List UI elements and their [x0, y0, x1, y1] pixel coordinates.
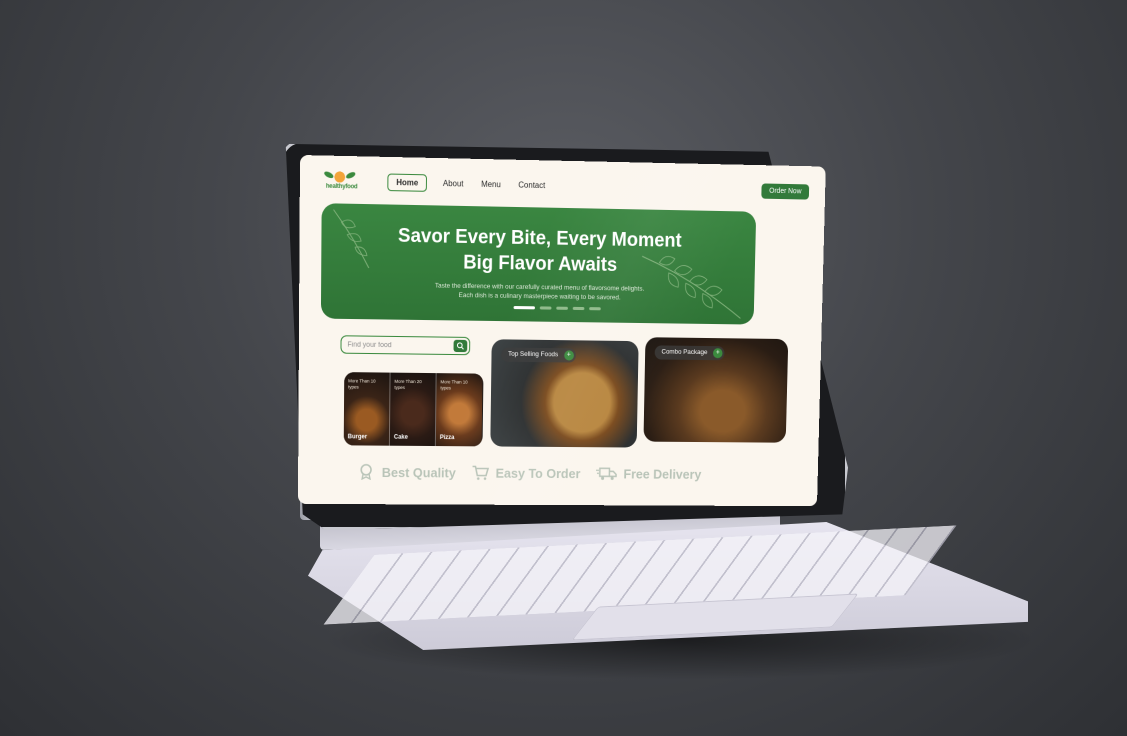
category-name: Cake	[394, 435, 408, 441]
category-note: More Than 20 types	[394, 379, 431, 391]
combo-package-text: Combo Package	[661, 348, 707, 356]
search-box	[340, 335, 470, 355]
category-note: More Than 10 types	[440, 379, 477, 391]
order-now-button[interactable]: Order Now	[761, 183, 809, 199]
top-selling-card[interactable]: Top Selling Foods +	[490, 339, 638, 447]
badge-icon	[357, 464, 375, 480]
tablet-screen: healthyfood Home About Menu Contact Orde…	[298, 155, 826, 506]
carousel-dot[interactable]	[573, 307, 585, 310]
cart-icon	[471, 464, 489, 480]
top-selling-text: Top Selling Foods	[508, 351, 558, 359]
carousel-dot[interactable]	[514, 306, 535, 309]
carousel-dots	[514, 306, 601, 310]
feature-label: Free Delivery	[623, 466, 701, 481]
feature-label: Best Quality	[382, 464, 456, 480]
carousel-dot[interactable]	[589, 307, 601, 310]
brand-logo[interactable]: healthyfood	[320, 168, 360, 196]
feature-best-quality: Best Quality	[357, 464, 456, 481]
truck-icon	[596, 465, 617, 481]
nav-about[interactable]: About	[441, 176, 466, 192]
search-icon	[456, 342, 464, 350]
category-note: More Than 10 types	[348, 378, 386, 390]
feature-easy-to-order: Easy To Order	[471, 464, 580, 481]
nav-menu[interactable]: Menu	[479, 176, 503, 192]
search-button[interactable]	[454, 340, 468, 352]
category-burger[interactable]: More Than 10 types Burger	[344, 372, 391, 446]
combo-package-card[interactable]: Combo Package +	[643, 337, 788, 443]
category-cake[interactable]: More Than 20 types Cake	[390, 373, 437, 446]
nav-home[interactable]: Home	[387, 173, 427, 191]
plus-icon[interactable]: +	[713, 348, 723, 358]
brand-name: healthyfood	[320, 183, 364, 190]
category-name: Pizza	[440, 435, 455, 441]
carousel-dot[interactable]	[540, 306, 552, 309]
search-input[interactable]	[347, 339, 445, 351]
nav-contact[interactable]: Contact	[516, 177, 547, 193]
category-card: More Than 10 types Burger More Than 20 t…	[344, 372, 484, 446]
top-selling-label: Top Selling Foods +	[501, 347, 575, 362]
hero-banner: Savor Every Bite, Every Moment Big Flavo…	[321, 203, 756, 324]
feature-strip: Best Quality Easy To Order Free Delivery	[357, 460, 780, 487]
top-nav: healthyfood Home About Menu Contact Orde…	[318, 166, 810, 205]
combo-package-label: Combo Package +	[655, 345, 725, 360]
plus-icon[interactable]: +	[564, 350, 574, 360]
hero-title: Savor Every Bite, Every Moment Big Flavo…	[321, 222, 756, 281]
feature-label: Easy To Order	[496, 465, 581, 481]
nav-links: Home About Menu Contact	[387, 173, 547, 194]
feature-free-delivery: Free Delivery	[596, 465, 702, 482]
category-name: Burger	[348, 434, 367, 440]
category-pizza[interactable]: More Than 10 types Pizza	[436, 373, 483, 446]
carousel-dot[interactable]	[556, 307, 568, 310]
